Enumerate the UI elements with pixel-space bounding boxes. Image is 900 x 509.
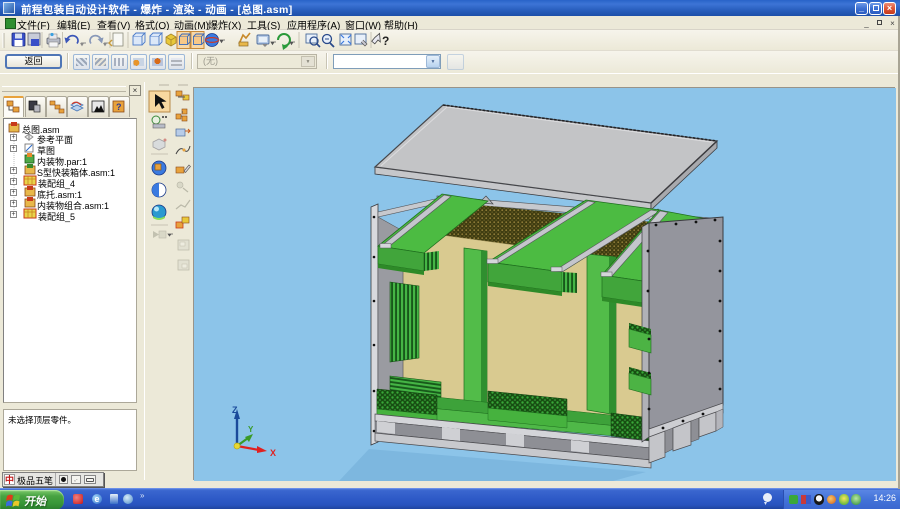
svg-text:?: ?: [382, 34, 389, 48]
svg-text:Y: Y: [248, 425, 254, 434]
svg-text:X: X: [270, 448, 276, 458]
svg-text:Z: Z: [232, 405, 238, 415]
svg-text:?: ?: [116, 102, 122, 112]
